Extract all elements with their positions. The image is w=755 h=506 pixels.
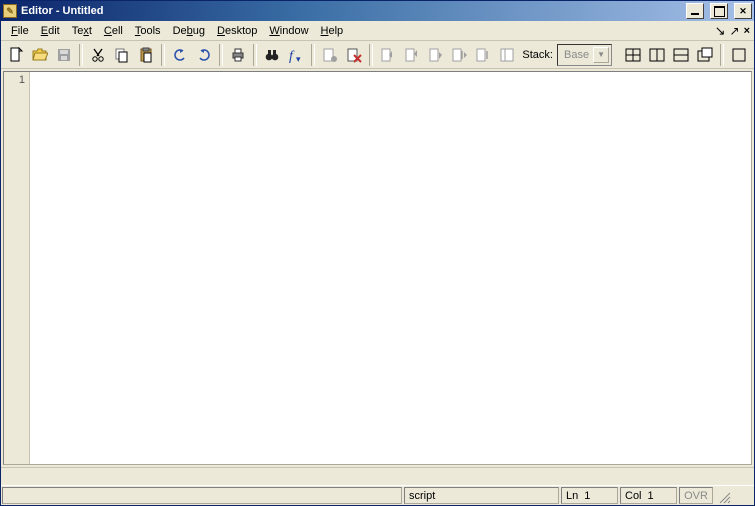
menu-text[interactable]: Text [66, 23, 98, 39]
stack-select[interactable]: Base ▼ [557, 44, 612, 66]
new-file-icon [8, 47, 24, 63]
tile-left-right-button[interactable] [646, 44, 668, 66]
menu-bar: File Edit Text Cell Tools Debug Desktop … [1, 21, 754, 41]
float-icon [697, 47, 713, 63]
dock-close-icon[interactable]: × [744, 25, 750, 37]
step-in-icon [404, 47, 420, 63]
menu-debug[interactable]: Debug [167, 23, 211, 39]
step-out-button[interactable] [425, 44, 447, 66]
stack-select-value: Base [560, 49, 593, 61]
maximize-pane-icon [731, 47, 747, 63]
window-title: Editor - Untitled [21, 5, 104, 17]
horizontal-scrollbar[interactable] [1, 467, 754, 485]
print-button[interactable] [227, 44, 249, 66]
status-line: Ln 1 [561, 487, 618, 504]
menu-window[interactable]: Window [263, 23, 314, 39]
insert-function-button[interactable]: f▾ [285, 44, 307, 66]
printer-icon [230, 47, 246, 63]
undo-button[interactable] [169, 44, 191, 66]
function-icon: f▾ [288, 47, 304, 63]
binoculars-icon [264, 47, 280, 63]
scissors-icon [90, 47, 106, 63]
breakpoint-set-icon [322, 47, 338, 63]
status-message [2, 487, 402, 504]
resize-grip[interactable] [714, 486, 732, 505]
redo-button[interactable] [193, 44, 215, 66]
cut-button[interactable] [87, 44, 109, 66]
new-file-button[interactable] [5, 44, 27, 66]
tile-2x2-icon [625, 47, 641, 63]
title-bar[interactable]: ✎ Editor - Untitled [1, 1, 754, 21]
menu-tools[interactable]: Tools [129, 23, 167, 39]
tile-top-bottom-button[interactable] [670, 44, 692, 66]
tile-2x2-button[interactable] [622, 44, 644, 66]
status-bar: script Ln 1 Col 1 OVR [1, 485, 754, 505]
copy-button[interactable] [111, 44, 133, 66]
line-number-gutter: 1 [4, 72, 30, 464]
tile-tb-icon [673, 47, 689, 63]
open-folder-icon [32, 47, 48, 63]
save-button[interactable] [53, 44, 75, 66]
minimize-button[interactable] [686, 3, 704, 19]
set-breakpoint-button[interactable] [319, 44, 341, 66]
stack-label: Stack: [522, 49, 553, 61]
status-mode: script [404, 487, 559, 504]
exit-debug-icon [499, 47, 515, 63]
menu-help[interactable]: Help [315, 23, 350, 39]
dock-curled-arrow-icon[interactable]: ↘ [715, 23, 726, 39]
open-file-button[interactable] [29, 44, 51, 66]
svg-text:f: f [289, 49, 295, 63]
editor-frame: 1 [3, 71, 752, 465]
code-editor[interactable] [30, 72, 751, 464]
editor-window: ✎ Editor - Untitled File Edit Text Cell … [0, 0, 755, 506]
step-in-button[interactable] [401, 44, 423, 66]
copy-icon [114, 47, 130, 63]
step-out-icon [428, 47, 444, 63]
undo-icon [172, 47, 188, 63]
line-number: 1 [4, 74, 25, 86]
continue-button[interactable] [449, 44, 471, 66]
status-column: Col 1 [620, 487, 677, 504]
breakpoint-clear-icon [346, 47, 362, 63]
redo-icon [196, 47, 212, 63]
step-button[interactable] [377, 44, 399, 66]
run-to-cursor-button[interactable] [472, 44, 494, 66]
maximize-pane-button[interactable] [728, 44, 750, 66]
float-button[interactable] [694, 44, 716, 66]
paste-button[interactable] [135, 44, 157, 66]
status-ovr: OVR [679, 487, 713, 504]
menu-file[interactable]: File [5, 23, 35, 39]
chevron-down-icon: ▼ [593, 47, 609, 63]
resize-grip-icon [717, 490, 731, 504]
app-icon: ✎ [3, 4, 17, 18]
close-button[interactable] [734, 3, 752, 19]
continue-icon [451, 47, 467, 63]
menu-cell[interactable]: Cell [98, 23, 129, 39]
step-icon [380, 47, 396, 63]
editor-area: 1 [1, 69, 754, 467]
exit-debug-button[interactable] [496, 44, 518, 66]
menu-desktop[interactable]: Desktop [211, 23, 263, 39]
menu-edit[interactable]: Edit [35, 23, 66, 39]
tile-lr-icon [649, 47, 665, 63]
svg-text:▾: ▾ [296, 54, 301, 63]
clear-breakpoint-button[interactable] [343, 44, 365, 66]
floppy-disk-icon [56, 47, 72, 63]
clipboard-icon [138, 47, 154, 63]
find-button[interactable] [261, 44, 283, 66]
run-to-cursor-icon [475, 47, 491, 63]
maximize-button[interactable] [710, 3, 728, 19]
toolbar: f▾ Stack: Base ▼ [1, 41, 754, 69]
dock-undock-icon[interactable]: ↗ [730, 24, 740, 38]
